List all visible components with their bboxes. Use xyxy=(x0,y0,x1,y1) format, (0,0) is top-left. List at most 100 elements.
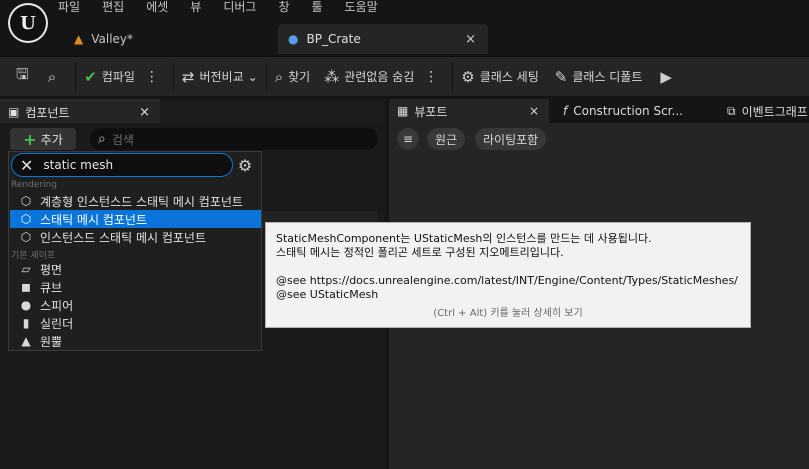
plane-icon: ▱ xyxy=(21,262,31,276)
menu-debug[interactable]: 디버그 xyxy=(223,0,256,16)
cone-icon: ▲ xyxy=(21,334,31,348)
mesh-icon: ⬡ xyxy=(20,212,32,226)
add-component-dropdown: ✕ static mesh ⚙ Rendering ⬡ 계층형 인스턴스드 스태… xyxy=(8,151,262,351)
play-icon: ▶ xyxy=(660,67,672,86)
cylinder-icon: ▮ xyxy=(22,316,30,330)
browse-icon: ⌕ xyxy=(47,67,57,86)
save-button[interactable]: 🖫 xyxy=(16,57,34,97)
item-label: 큐브 xyxy=(40,280,63,295)
add-component-button[interactable]: + 추가 xyxy=(10,128,76,150)
edit-icon: ✎ xyxy=(554,67,568,86)
components-icon: ▣ xyxy=(8,105,20,119)
tab-label: BP_Crate xyxy=(306,32,361,46)
title-bar: U 파일 편집 에셋 뷰 디버그 창 툴 도움말 ▲ Valley* ● BP_… xyxy=(0,0,809,56)
tab-label: Valley* xyxy=(91,32,134,46)
hide-options-icon[interactable]: ⋮ xyxy=(424,69,438,85)
list-item[interactable]: ▱ 평면 xyxy=(10,260,261,278)
clear-search-icon[interactable]: ✕ xyxy=(20,156,33,175)
components-title: 컴포넌트 xyxy=(25,105,70,120)
tab-construction-script[interactable]: f Construction Scr... xyxy=(555,99,715,123)
menu-bar: 파일 편집 에셋 뷰 디버그 창 툴 도움말 xyxy=(58,0,400,16)
cube-icon: ◼ xyxy=(21,280,31,294)
toolbar: 🖫 ⌕ ✔ 컴파일 ⋮ ⇄ 버전비교 ⌄ ⌕ 찾기 ⁂ 관련없음 숨김 ⋮ ⚙ … xyxy=(0,56,809,96)
find-label: 찾기 xyxy=(288,70,311,84)
item-label: 평면 xyxy=(40,262,63,277)
tab-event-graph[interactable]: ⧉ 이벤트그래프 xyxy=(719,99,809,123)
plus-icon: + xyxy=(23,129,37,149)
tooltip-doc-link: @see https://docs.unrealengine.com/lates… xyxy=(276,274,738,287)
component-tooltip: StaticMeshComponent는 UStaticMesh의 인스턴스를 … xyxy=(265,222,751,328)
mesh-icon: ⬡ xyxy=(20,230,32,244)
components-search-input[interactable]: ⌕ 검색 xyxy=(90,128,378,150)
diff-label: 버전비교 xyxy=(199,70,244,84)
diff-icon: ⇄ xyxy=(181,67,195,86)
tab-valley[interactable]: ▲ Valley* xyxy=(64,24,274,54)
viewport-tab-label: 뷰포트 xyxy=(414,104,448,119)
lighting-label: 라이팅포함 xyxy=(483,132,539,147)
list-item[interactable]: ⬡ 계층형 인스턴스드 스태틱 메시 컴포넌트 xyxy=(10,192,261,210)
hide-unrelated-button[interactable]: ⁂ 관련없음 숨김 xyxy=(324,57,414,97)
menu-help[interactable]: 도움말 xyxy=(345,0,378,16)
viewport-menu-button[interactable]: ≡ xyxy=(397,128,419,150)
compile-options-icon[interactable]: ⋮ xyxy=(145,69,159,85)
browse-button[interactable]: ⌕ xyxy=(48,57,61,97)
close-icon[interactable]: × xyxy=(465,32,476,47)
item-label: 스피어 xyxy=(40,298,74,313)
viewport-icon: ▦ xyxy=(397,104,409,118)
close-icon[interactable]: × xyxy=(139,105,150,120)
find-button[interactable]: ⌕ 찾기 xyxy=(275,57,311,97)
search-icon: ⌕ xyxy=(98,131,106,147)
menu-window[interactable]: 창 xyxy=(278,0,289,16)
search-placeholder: 검색 xyxy=(111,132,134,147)
event-graph-tab-label: 이벤트그래프 xyxy=(741,104,808,119)
dropdown-search-input[interactable]: ✕ static mesh xyxy=(11,153,233,177)
tab-viewport[interactable]: ▦ 뷰포트 × xyxy=(389,99,549,123)
lighting-button[interactable]: 라이팅포함 xyxy=(475,128,547,150)
list-item[interactable]: ▮ 실린더 xyxy=(10,314,261,332)
class-settings-label: 클래스 세팅 xyxy=(479,70,539,84)
settings-gear-icon[interactable]: ⚙ xyxy=(235,156,255,176)
menu-file[interactable]: 파일 xyxy=(58,0,80,16)
sphere-icon: ● xyxy=(20,298,32,312)
class-defaults-button[interactable]: ✎ 클래스 디폴트 xyxy=(555,57,643,97)
find-icon: ⌕ xyxy=(274,67,284,86)
unreal-logo-icon[interactable]: U xyxy=(8,3,48,43)
class-settings-button[interactable]: ⚙ 클래스 세팅 xyxy=(461,57,538,97)
list-item[interactable]: ⬡ 인스턴스드 스태틱 메시 컴포넌트 xyxy=(10,228,261,246)
list-item-selected[interactable]: ⬡ 스태틱 메시 컴포넌트 xyxy=(10,210,261,228)
menu-view[interactable]: 뷰 xyxy=(190,0,201,16)
menu-tools[interactable]: 툴 xyxy=(312,0,323,16)
tab-bp-crate[interactable]: ● BP_Crate × xyxy=(278,24,488,54)
tooltip-line: 스태틱 메시는 정적인 폴리곤 세트로 구성된 지오메트리입니다. xyxy=(276,246,564,259)
diff-button[interactable]: ⇄ 버전비교 ⌄ xyxy=(182,57,258,97)
tooltip-hint: (Ctrl + Alt) 키를 눌러 상세히 보기 xyxy=(433,308,583,319)
section-rendering: Rendering xyxy=(11,180,57,190)
item-label: 계층형 인스턴스드 스태틱 메시 컴포넌트 xyxy=(40,194,243,209)
item-label: 원뿔 xyxy=(40,334,63,349)
menu-asset[interactable]: 에셋 xyxy=(146,0,168,16)
tooltip-line: StaticMeshComponent는 UStaticMesh의 인스턴스를 … xyxy=(276,232,652,245)
function-icon: f xyxy=(563,104,568,118)
hide-unrelated-icon: ⁂ xyxy=(324,67,340,86)
list-item[interactable]: ◼ 큐브 xyxy=(10,278,261,296)
tooltip-see: @see UStaticMesh xyxy=(276,288,379,301)
search-value: static mesh xyxy=(43,158,114,172)
components-tab[interactable]: ▣ 컴포넌트 × xyxy=(0,99,160,123)
item-label: 인스턴스드 스태틱 메시 컴포넌트 xyxy=(40,230,207,245)
hide-unrelated-label: 관련없음 숨김 xyxy=(344,70,415,84)
close-icon[interactable]: × xyxy=(529,104,539,118)
compile-check-icon: ✔ xyxy=(84,67,97,86)
item-label: 스태틱 메시 컴포넌트 xyxy=(40,212,147,227)
mesh-icon: ⬡ xyxy=(20,194,32,208)
list-item[interactable]: ▲ 원뿔 xyxy=(10,332,261,350)
construction-tab-label: Construction Scr... xyxy=(573,104,683,118)
compile-button[interactable]: ✔ 컴파일 xyxy=(84,57,135,97)
perspective-label: 원근 xyxy=(435,132,458,147)
perspective-button[interactable]: 원근 xyxy=(427,128,466,150)
list-item[interactable]: ● 스피어 xyxy=(10,296,261,314)
menu-edit[interactable]: 편집 xyxy=(102,0,124,16)
class-defaults-label: 클래스 디폴트 xyxy=(572,70,643,84)
play-button[interactable]: ▶ xyxy=(660,57,677,97)
hamburger-icon: ≡ xyxy=(402,132,414,146)
item-label: 실린더 xyxy=(40,316,74,331)
